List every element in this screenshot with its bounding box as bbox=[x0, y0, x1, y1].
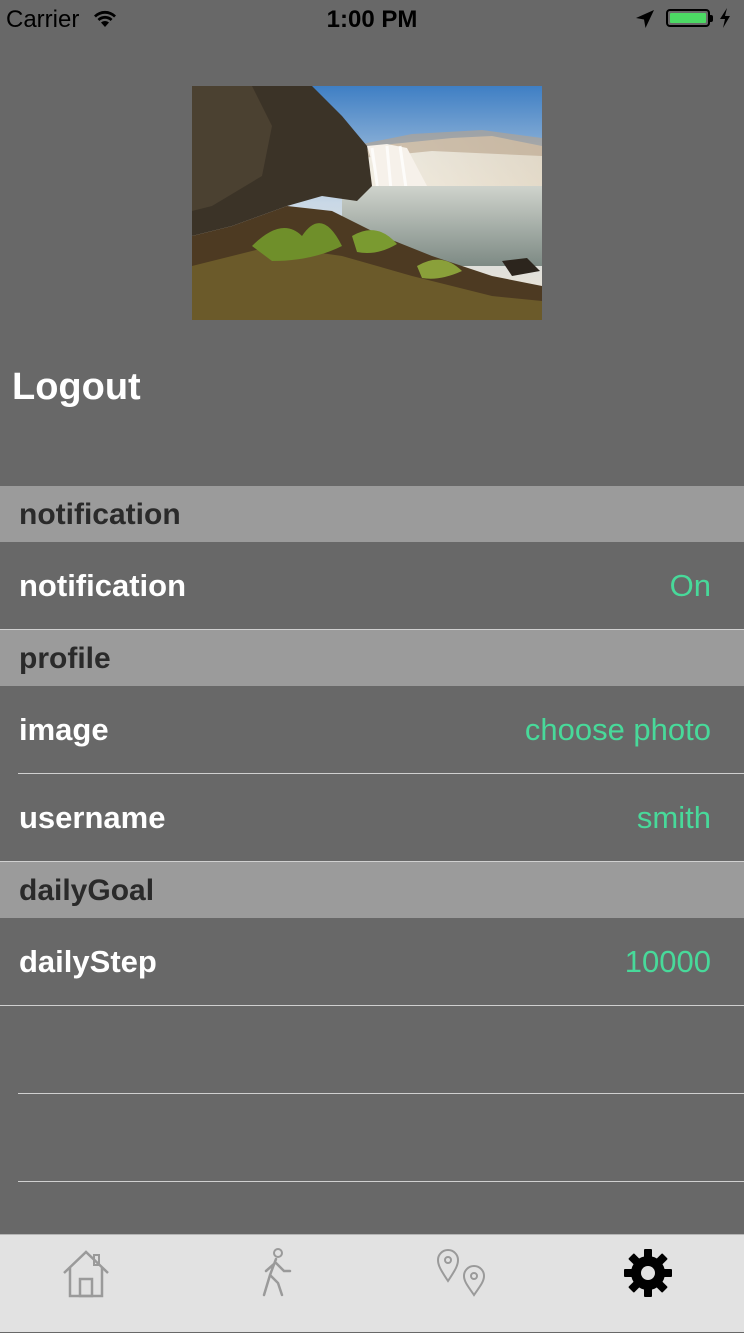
location-arrow-icon bbox=[636, 10, 654, 28]
separator bbox=[0, 1005, 744, 1006]
row-value: choose photo bbox=[524, 712, 711, 747]
tab-bar bbox=[0, 1234, 744, 1332]
home-icon bbox=[63, 1250, 109, 1298]
row-label: dailyStep bbox=[19, 944, 157, 979]
walking-icon bbox=[262, 1248, 292, 1297]
row-value: On bbox=[669, 568, 711, 603]
row-dailystep[interactable]: dailyStep 10000 bbox=[0, 918, 744, 1006]
row-notification[interactable]: notification On bbox=[0, 542, 744, 630]
row-username[interactable]: username smith bbox=[0, 774, 744, 862]
separator bbox=[18, 1093, 744, 1094]
tab-map[interactable] bbox=[372, 1235, 558, 1333]
gear-icon bbox=[624, 1249, 672, 1297]
separator bbox=[18, 1181, 744, 1182]
battery-tip bbox=[710, 15, 713, 22]
row-value: 10000 bbox=[624, 944, 711, 979]
status-time: 1:00 PM bbox=[326, 6, 418, 33]
row-label: username bbox=[19, 800, 166, 835]
tab-activity[interactable] bbox=[186, 1235, 372, 1333]
row-label: image bbox=[19, 712, 109, 747]
section-header-profile: profile bbox=[0, 630, 744, 686]
row-value: smith bbox=[636, 800, 711, 835]
map-pins-icon bbox=[436, 1249, 486, 1297]
logout-button[interactable]: Logout bbox=[12, 366, 141, 409]
battery-icon bbox=[666, 9, 710, 27]
section-header-notification: notification bbox=[0, 486, 744, 542]
row-image[interactable]: image choose photo bbox=[0, 686, 744, 774]
tab-settings[interactable] bbox=[558, 1235, 744, 1333]
profile-image[interactable] bbox=[192, 86, 542, 320]
row-label: notification bbox=[19, 568, 187, 603]
charging-bolt-icon bbox=[720, 8, 730, 28]
tab-home[interactable] bbox=[0, 1235, 186, 1333]
section-header-dailygoal: dailyGoal bbox=[0, 862, 744, 918]
status-bar: Carrier 1:00 PM bbox=[0, 0, 744, 40]
waterfall-photo bbox=[192, 86, 542, 320]
